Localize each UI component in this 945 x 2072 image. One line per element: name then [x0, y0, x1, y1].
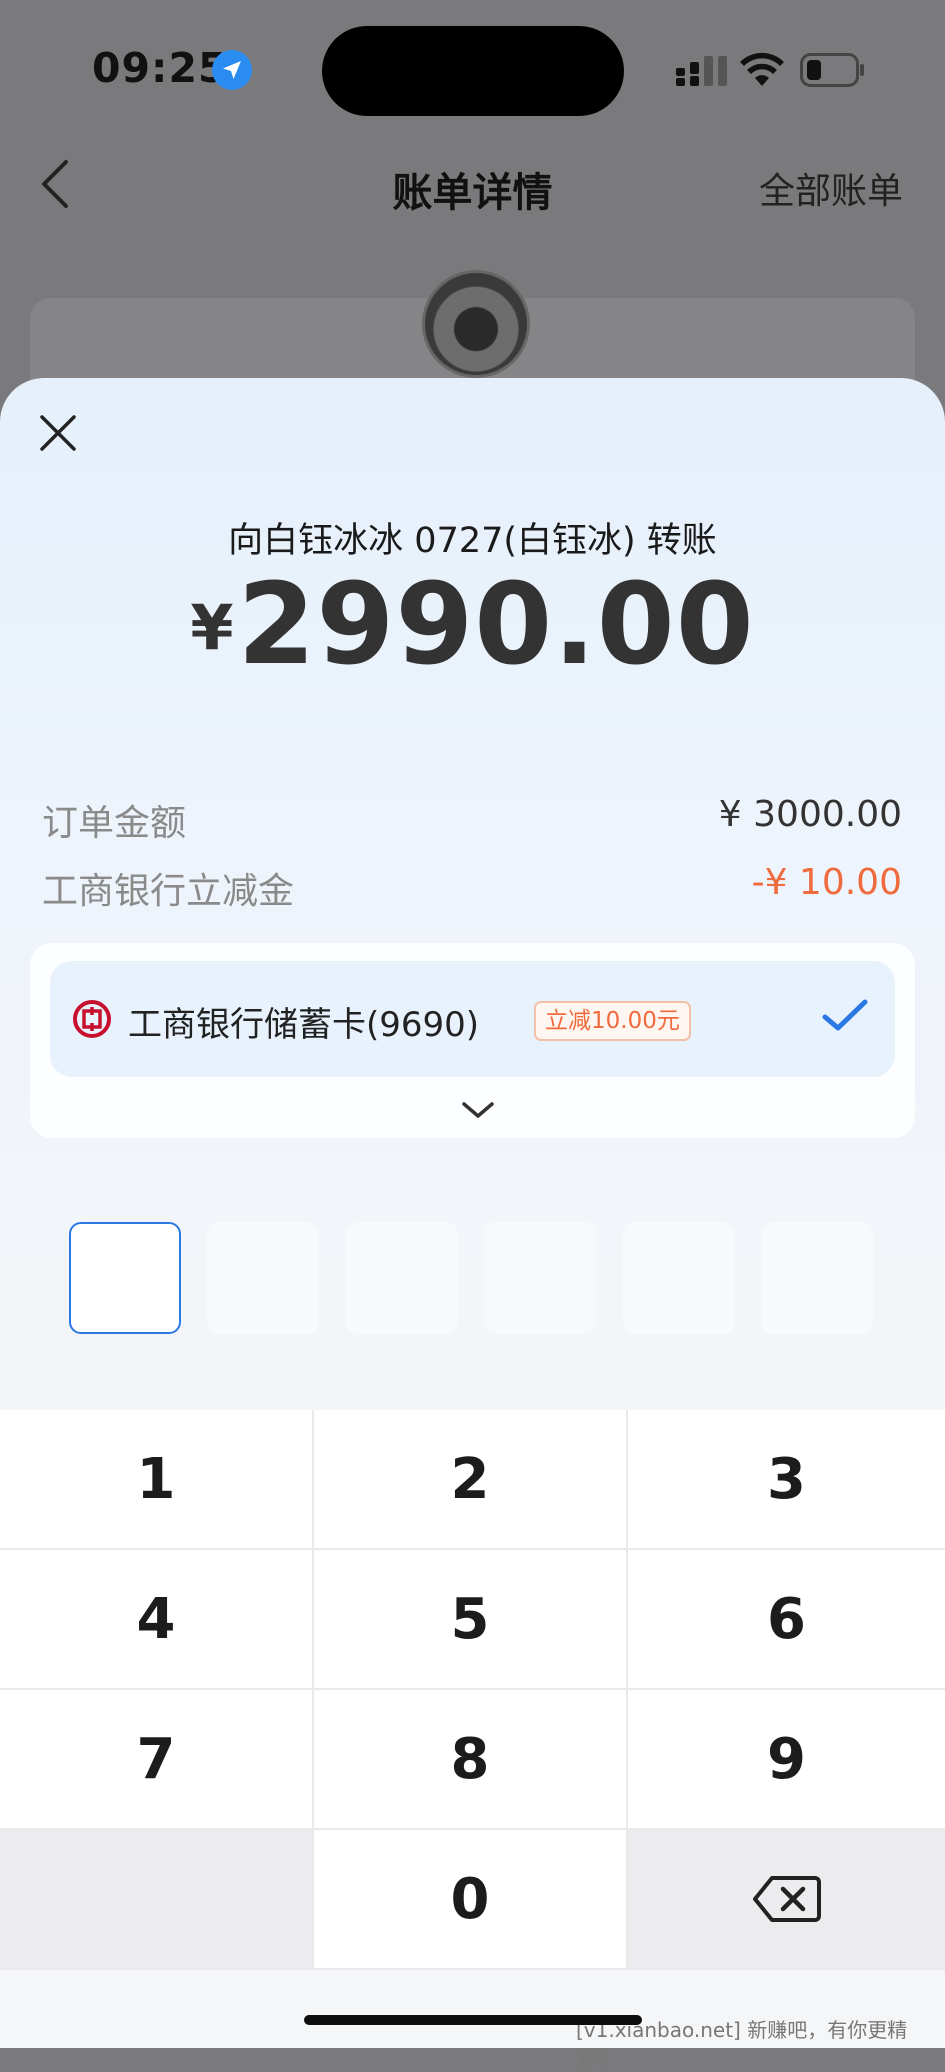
- key-blank: [0, 1830, 312, 1968]
- amount-value: 2990.00: [237, 560, 755, 690]
- transfer-recipient: 向白钰冰冰 0727(白钰冰) 转账: [228, 521, 717, 561]
- numeric-keypad: 1 2 3 4 5 6 7 8 9 0: [0, 1410, 945, 1970]
- cellular-signal-icon: [676, 56, 727, 86]
- key-1[interactable]: 1: [0, 1410, 312, 1548]
- key-2[interactable]: 2: [314, 1410, 626, 1548]
- key-6[interactable]: 6: [628, 1550, 945, 1688]
- currency-symbol: ¥: [190, 591, 234, 664]
- check-icon: [822, 999, 868, 1031]
- delete-key[interactable]: [628, 1830, 945, 1968]
- location-arrow-icon: [212, 50, 252, 90]
- key-9[interactable]: 9: [628, 1690, 945, 1828]
- key-3[interactable]: 3: [628, 1410, 945, 1548]
- key-7[interactable]: 7: [0, 1690, 312, 1828]
- nav-bar: 账单详情 全部账单: [0, 140, 945, 230]
- payment-method-label: 工商银行储蓄卡(9690): [128, 1005, 480, 1045]
- icbc-bank-icon: [73, 1000, 111, 1038]
- pin-digit-box[interactable]: [484, 1222, 596, 1334]
- payment-method-option[interactable]: 工商银行储蓄卡(9690) 立减10.00元: [50, 961, 895, 1077]
- order-amount-label: 订单金额: [42, 803, 187, 844]
- key-5[interactable]: 5: [314, 1550, 626, 1688]
- discount-badge: 立减10.00元: [534, 1001, 691, 1041]
- avatar: [422, 270, 530, 378]
- key-4[interactable]: 4: [0, 1550, 312, 1688]
- payment-method-card: 工商银行储蓄卡(9690) 立减10.00元: [30, 943, 915, 1138]
- pin-input[interactable]: [68, 1222, 878, 1337]
- pin-digit-box[interactable]: [69, 1222, 181, 1334]
- pin-digit-box[interactable]: [207, 1222, 319, 1334]
- home-indicator[interactable]: [304, 2015, 642, 2025]
- order-amount-value: ¥ 3000.00: [718, 794, 902, 835]
- discount-value: -¥ 10.00: [751, 862, 902, 903]
- key-8[interactable]: 8: [314, 1690, 626, 1828]
- close-icon[interactable]: [38, 413, 78, 453]
- dynamic-island: [322, 26, 624, 116]
- discount-label: 工商银行立减金: [42, 871, 295, 912]
- all-bills-link[interactable]: 全部账单: [759, 162, 903, 214]
- payment-sheet: 向白钰冰冰 0727(白钰冰) 转账 ¥2990.00 订单金额 ¥ 3000.…: [0, 378, 945, 2048]
- payment-amount: ¥2990.00: [0, 560, 945, 690]
- status-bar: 09:25: [0, 0, 945, 140]
- backspace-icon: [752, 1876, 821, 1922]
- wifi-icon: [740, 52, 784, 86]
- chevron-down-icon[interactable]: [460, 1099, 496, 1121]
- pin-digit-box[interactable]: [623, 1222, 735, 1334]
- battery-icon: [800, 53, 864, 87]
- pin-digit-box[interactable]: [761, 1222, 873, 1334]
- pin-digit-box[interactable]: [346, 1222, 458, 1334]
- key-0[interactable]: 0: [314, 1830, 626, 1968]
- status-time: 09:25: [92, 44, 228, 92]
